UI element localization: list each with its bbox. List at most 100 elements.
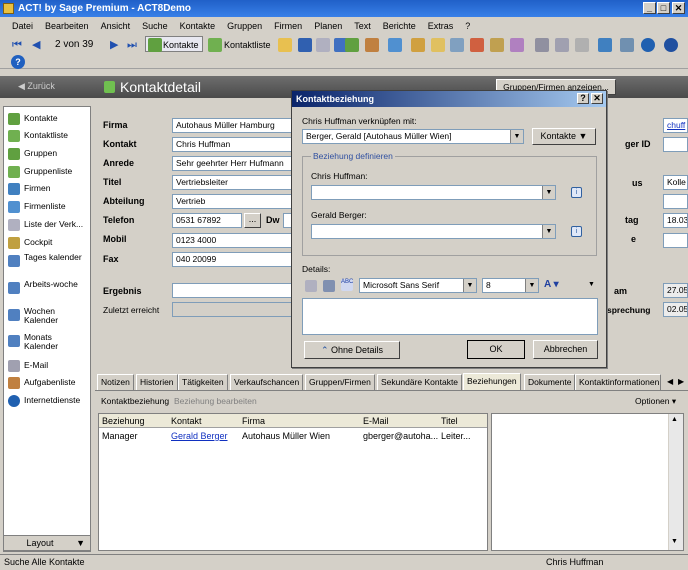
table-row[interactable]: Manager Gerald Berger Autohaus Müller Wi… (99, 429, 487, 443)
save-icon[interactable] (298, 38, 312, 52)
col-email[interactable]: E-Mail (363, 416, 389, 426)
first-record-icon[interactable]: ⏮ (12, 37, 22, 53)
report-icon[interactable] (620, 38, 634, 52)
dialog-help-button[interactable]: ? (577, 93, 589, 104)
tab-scroll-right-icon[interactable]: ▶ (678, 377, 684, 386)
todo-icon[interactable] (510, 38, 524, 52)
sidebar-item-companylist[interactable]: Firmenliste (24, 201, 66, 211)
menu-firmen[interactable]: Firmen (268, 21, 308, 31)
col-titel[interactable]: Titel (441, 416, 458, 426)
print-icon[interactable] (305, 280, 317, 292)
menu-text[interactable]: Text (348, 21, 377, 31)
sidebar-item-day-calendar[interactable]: Tages kalender (24, 253, 84, 262)
note-icon[interactable] (431, 38, 445, 52)
font-select[interactable]: Microsoft Sans Serif ▼ (359, 278, 477, 293)
calendar-icon[interactable] (411, 38, 425, 52)
find-icon[interactable] (323, 280, 335, 292)
sidebar-item-tasklist[interactable]: Aufgabenliste (24, 377, 76, 387)
info-icon[interactable]: i (571, 187, 582, 198)
options-button[interactable]: Optionen ▾ (635, 396, 676, 407)
sidebar-item-month-calendar[interactable]: Monats Kalender (24, 333, 84, 351)
back-button[interactable]: ◀ Zurück (18, 81, 55, 92)
tab-notizen[interactable]: Notizen (97, 374, 134, 390)
minimize-button[interactable]: _ (643, 2, 656, 14)
menu-berichte[interactable]: Berichte (377, 21, 422, 31)
next-record-icon[interactable]: ▶ (110, 37, 118, 53)
details-textarea[interactable] (302, 298, 598, 335)
id-field[interactable] (663, 137, 688, 152)
spellcheck-icon[interactable]: ABC (341, 279, 353, 291)
print-icon[interactable] (316, 38, 330, 52)
sidebar-item-companies[interactable]: Firmen (24, 183, 50, 193)
scroll-up-icon[interactable]: ▲ (671, 416, 678, 423)
sidebar-item-internet-services[interactable]: Internetdienste (24, 395, 80, 405)
menu-gruppen[interactable]: Gruppen (221, 21, 268, 31)
ergebnis-field[interactable] (172, 283, 292, 298)
group-icon[interactable] (365, 38, 379, 52)
tab-beziehungen[interactable]: Beziehungen (463, 373, 521, 390)
tab-gruppen-firmen[interactable]: Gruppen/Firmen (305, 374, 375, 390)
menu-datei[interactable]: Datei (6, 21, 39, 31)
new-contact-icon[interactable] (345, 38, 359, 52)
internet-icon[interactable] (641, 38, 655, 52)
col-kontakt[interactable]: Kontakt (171, 416, 202, 426)
col-firma[interactable]: Firma (242, 416, 265, 426)
mobil-field[interactable]: 0123 4000 (172, 233, 292, 248)
link-contact-select[interactable]: Berger, Gerald [Autohaus Müller Wien] ▼ (302, 129, 524, 144)
user-link-field[interactable]: chuff (663, 118, 688, 133)
sidebar-item-contactlist[interactable]: Kontaktliste (24, 130, 68, 140)
more-options-icon[interactable]: ▼ (588, 281, 595, 288)
cancel-button[interactable]: Abbrechen (533, 340, 598, 359)
tab-verkaufschancen[interactable]: Verkaufschancen (230, 374, 304, 390)
contacts-dropdown-button[interactable]: Kontakte ▼ (532, 128, 596, 145)
last-record-icon[interactable]: ⏭ (127, 37, 137, 53)
font-color-icon[interactable]: A ▾ (544, 279, 559, 290)
document-icon[interactable] (575, 38, 589, 52)
col-beziehung[interactable]: Beziehung (102, 416, 145, 426)
menu-help[interactable]: ? (459, 21, 476, 31)
sidebar-item-grouplist[interactable]: Gruppenliste (24, 166, 72, 176)
company-icon[interactable] (388, 38, 402, 52)
web-icon[interactable] (664, 38, 678, 52)
tab-historien[interactable]: Historien (136, 374, 178, 390)
person2-role-select[interactable]: ▼ (311, 224, 556, 239)
sync-icon[interactable] (598, 38, 612, 52)
cell-kontakt-link[interactable]: Gerald Berger (171, 431, 228, 441)
open-folder-icon[interactable] (278, 38, 292, 52)
ok-button[interactable]: OK (467, 340, 525, 359)
relationship-button[interactable]: Kontaktbeziehung (101, 396, 169, 406)
menu-kontakte[interactable]: Kontakte (174, 21, 222, 31)
maximize-button[interactable]: □ (657, 2, 670, 14)
history-icon[interactable] (450, 38, 464, 52)
sidebar-item-opportunities[interactable]: Liste der Verk... (24, 219, 83, 229)
contactlist-view-button[interactable]: Kontaktliste (208, 37, 271, 53)
dialog-close-button[interactable]: ✕ (591, 93, 603, 104)
phone-format-button[interactable]: ... (244, 213, 261, 228)
sidebar-item-workweek[interactable]: Arbeits-woche (24, 280, 84, 289)
close-button[interactable]: ✕ (672, 2, 685, 14)
write-icon[interactable] (535, 38, 549, 52)
right-field-6[interactable] (663, 233, 688, 248)
menu-bearbeiten[interactable]: Bearbeiten (39, 21, 95, 31)
abteilung-field[interactable]: Vertrieb (172, 194, 292, 209)
sidebar-item-contacts[interactable]: Kontakte (24, 113, 58, 123)
call-icon[interactable] (490, 38, 504, 52)
menu-extras[interactable]: Extras (422, 21, 460, 31)
titel-field[interactable]: Vertriebsleiter (172, 175, 292, 190)
sidebar-item-groups[interactable]: Gruppen (24, 148, 57, 158)
person1-role-select[interactable]: ▼ (311, 185, 556, 200)
tab-kontaktinformationen[interactable]: Kontaktinformationen (575, 374, 661, 390)
scroll-down-icon[interactable]: ▼ (671, 538, 678, 545)
menu-ansicht[interactable]: Ansicht (95, 21, 137, 31)
tab-sekundaere-kontakte[interactable]: Sekundäre Kontakte (377, 374, 463, 390)
menu-suche[interactable]: Suche (136, 21, 174, 31)
fax-field[interactable]: 040 20099 (172, 252, 292, 267)
contacts-view-button[interactable]: Kontakte (145, 36, 203, 52)
firma-field[interactable]: Autohaus Müller Hamburg (172, 118, 292, 133)
layout-button[interactable]: Layout ▼ (3, 535, 91, 551)
anrede-field[interactable]: Sehr geehrter Herr Hufmann (172, 156, 292, 171)
tab-dokumente[interactable]: Dokumente (524, 374, 576, 390)
email-icon[interactable] (555, 38, 569, 52)
tab-scroll-left-icon[interactable]: ◀ (667, 377, 673, 386)
date-field[interactable]: 18.03 (663, 213, 688, 228)
